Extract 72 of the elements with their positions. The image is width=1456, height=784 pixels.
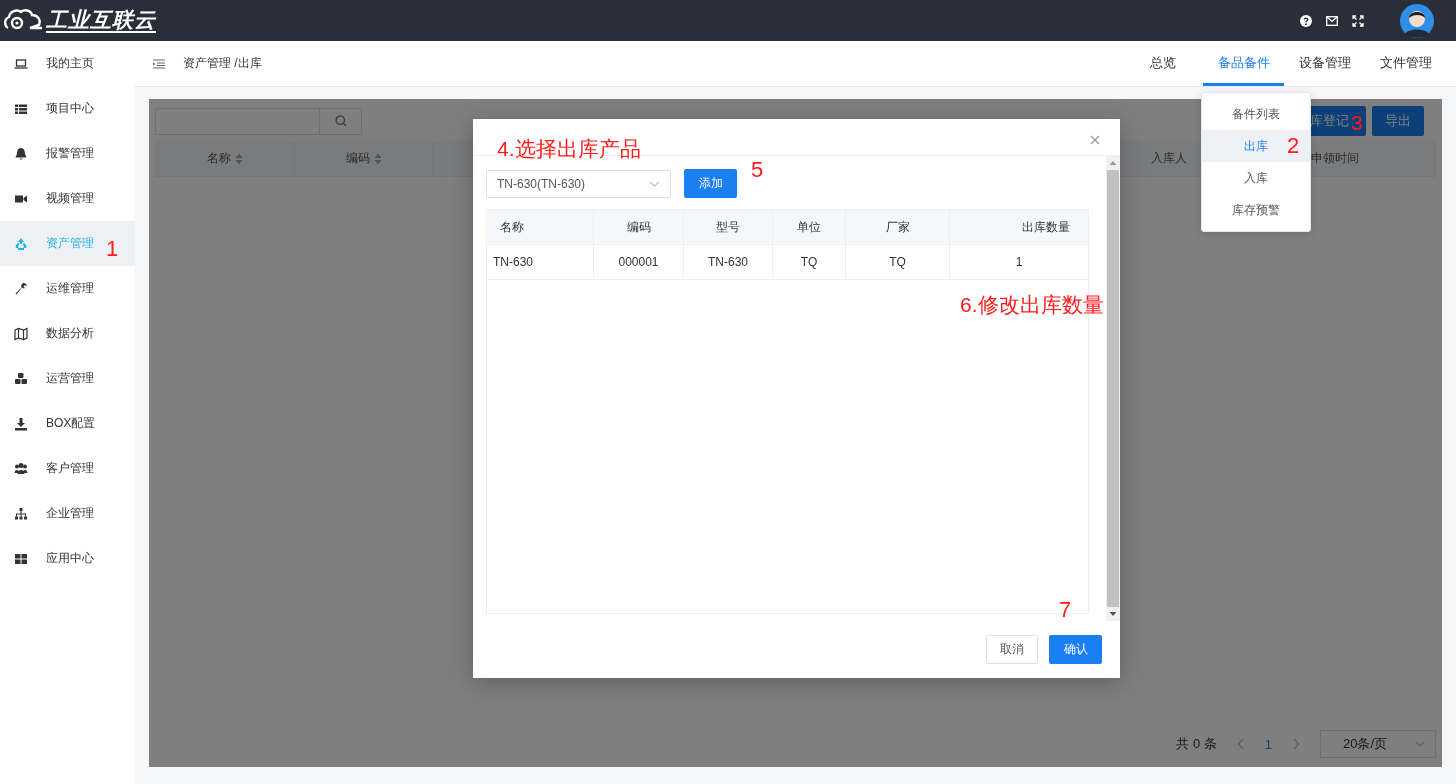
close-icon[interactable]: [1090, 135, 1100, 145]
scrollbar[interactable]: [1106, 156, 1120, 621]
confirm-button[interactable]: 确认: [1049, 635, 1102, 664]
sidebar-item[interactable]: 数据分析: [0, 311, 135, 356]
annotation-text: 3: [1351, 110, 1363, 136]
cancel-button[interactable]: 取消: [986, 635, 1038, 664]
annotation-text: 2: [1287, 133, 1300, 160]
download-icon: [14, 416, 28, 431]
table-cell: 000001: [618, 255, 659, 269]
column-header: 编码: [345, 150, 370, 167]
sitemap-icon: [14, 506, 28, 521]
mail-icon[interactable]: [1326, 15, 1338, 26]
next-page-icon[interactable]: [1292, 738, 1300, 750]
column-header: 单位: [797, 218, 821, 236]
column-header: 型号: [716, 218, 740, 236]
annotation-text: 5: [751, 157, 764, 184]
caret-icon: [649, 180, 660, 187]
bell-icon: [14, 146, 28, 161]
nav-tab[interactable]: 文件管理: [1365, 41, 1446, 86]
nav-tab[interactable]: 设备管理: [1284, 41, 1365, 86]
laptop-icon: [14, 56, 28, 71]
sidebar-item[interactable]: 应用中心: [0, 536, 135, 581]
menu-fold-icon[interactable]: [153, 58, 165, 69]
menu-item[interactable]: 入库: [1202, 162, 1310, 194]
logo-text: 工业互联云: [46, 8, 156, 33]
cubes-icon: [14, 371, 28, 386]
annotation-text: 4.选择出库产品: [497, 136, 641, 162]
column-header: 出库数量: [1022, 218, 1070, 236]
sidebar-item[interactable]: 项目中心: [0, 86, 135, 131]
sidebar-item[interactable]: 客户管理: [0, 446, 135, 491]
annotation-text: 1: [106, 236, 119, 263]
column-header: 名称: [500, 218, 524, 236]
table-cell: TQ: [800, 255, 818, 269]
sidebar-item[interactable]: 企业管理: [0, 491, 135, 536]
annotation-text: 6.修改出库数量: [960, 292, 1104, 318]
column-header: 申领时间: [1310, 150, 1359, 167]
sidebar-item[interactable]: 运营管理: [0, 356, 135, 401]
menu-item[interactable]: 库存预警: [1202, 194, 1310, 226]
sidebar-item[interactable]: 我的主页: [0, 41, 135, 86]
search-icon[interactable]: [334, 115, 347, 127]
sort-icon[interactable]: [234, 152, 243, 165]
total-count: 共 0 条: [1176, 735, 1217, 753]
annotation-text: 7: [1059, 597, 1072, 624]
column-header: 厂家: [885, 218, 910, 236]
product-select[interactable]: TN-630(TN-630): [486, 169, 671, 198]
help-icon[interactable]: [1300, 14, 1312, 27]
sidebar-item[interactable]: BOX配置: [0, 401, 135, 446]
nav-tab[interactable]: 备品备件: [1203, 41, 1284, 86]
table-cell: TN-630: [708, 255, 748, 269]
prev-page-icon[interactable]: [1236, 738, 1245, 750]
sidebar-item[interactable]: 视频管理: [0, 176, 135, 221]
add-button[interactable]: 添加: [684, 169, 737, 198]
table-cell: TQ: [889, 255, 906, 269]
column-header: 编码: [626, 218, 651, 236]
sort-icon[interactable]: [373, 152, 382, 165]
caret-icon: [1415, 741, 1425, 747]
breadcrumb: 资产管理 /出库: [183, 55, 262, 72]
nav-tab[interactable]: 总览: [1122, 41, 1203, 86]
column-header: 入库人: [1150, 150, 1187, 167]
page-size-select[interactable]: 20条/页: [1320, 730, 1436, 758]
column-header: 名称: [206, 150, 231, 167]
search-field[interactable]: [155, 107, 362, 135]
table-cell: 1: [1015, 255, 1023, 269]
map-icon: [14, 326, 28, 341]
grid-icon: [14, 551, 28, 566]
fullscreen-icon[interactable]: [1352, 14, 1364, 27]
sidebar-item[interactable]: 报警管理: [0, 131, 135, 176]
wrench-icon: [14, 281, 28, 296]
table-cell: TN-630: [493, 255, 533, 269]
users-icon: [14, 461, 28, 476]
sidebar-item[interactable]: 运维管理: [0, 266, 135, 311]
avatar[interactable]: [1400, 3, 1434, 38]
